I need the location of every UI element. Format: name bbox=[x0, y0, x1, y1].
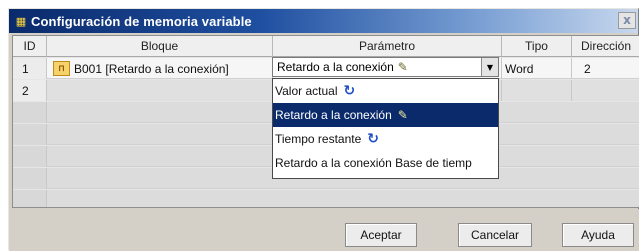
title-bar[interactable]: ▦ Configuración de memoria variable x bbox=[9, 9, 638, 33]
row-id-empty bbox=[13, 146, 47, 167]
chevron-down-icon[interactable]: ▼ bbox=[481, 58, 498, 76]
row-id-empty bbox=[13, 124, 47, 145]
edit-icon: ✎ bbox=[397, 60, 408, 74]
block-cell[interactable]: ⊓ B001 [Retardo a la conexión] bbox=[47, 58, 273, 79]
type-cell bbox=[502, 80, 572, 101]
type-cell: Word bbox=[502, 58, 572, 79]
parameter-dropdown-list: Valor actual ↻ Retardo a la conexión ✎ T… bbox=[272, 78, 499, 179]
block-label: B001 [Retardo a la conexión] bbox=[74, 61, 229, 76]
option-label: Retardo a la conexión bbox=[275, 108, 392, 122]
block-cell[interactable] bbox=[47, 80, 273, 101]
help-button[interactable]: Ayuda bbox=[562, 223, 634, 247]
parameter-combobox[interactable]: Retardo a la conexión ✎ ▼ bbox=[272, 57, 499, 77]
refresh-icon: ↻ bbox=[367, 131, 379, 147]
row-id: 2 bbox=[13, 80, 47, 101]
address-cell[interactable] bbox=[572, 80, 639, 101]
dialog-window: ▦ Configuración de memoria variable x ID… bbox=[8, 8, 639, 251]
dropdown-option-tiempo-restante[interactable]: Tiempo restante ↻ bbox=[273, 127, 498, 151]
dropdown-option-retardo[interactable]: Retardo a la conexión ✎ bbox=[273, 103, 498, 127]
row-id-empty bbox=[13, 102, 47, 123]
empty-row bbox=[13, 190, 639, 207]
timer-block-icon: ⊓ bbox=[53, 61, 70, 76]
app-icon: ▦ bbox=[15, 14, 27, 28]
edit-icon: ✎ bbox=[397, 108, 408, 122]
row-id-empty bbox=[13, 168, 47, 189]
column-header-bloque[interactable]: Bloque bbox=[47, 36, 273, 57]
row-id: 1 bbox=[13, 58, 47, 79]
dropdown-option-valor-actual[interactable]: Valor actual ↻ bbox=[273, 79, 498, 103]
cancel-button[interactable]: Cancelar bbox=[458, 223, 532, 247]
option-label: Retardo a la conexión Base de tiemp bbox=[275, 156, 472, 170]
combo-value: Retardo a la conexión bbox=[277, 60, 394, 74]
dialog-title: Configuración de memoria variable bbox=[31, 13, 252, 29]
address-cell[interactable]: 2 bbox=[572, 58, 639, 79]
dropdown-option-base-de-tiempo[interactable]: Retardo a la conexión Base de tiemp bbox=[273, 151, 498, 175]
close-button[interactable]: x bbox=[618, 12, 636, 29]
column-header-direccion[interactable]: Dirección bbox=[572, 36, 639, 57]
button-bar: Aceptar Cancelar Ayuda bbox=[9, 209, 639, 251]
option-label: Valor actual bbox=[275, 84, 338, 98]
refresh-icon: ↻ bbox=[343, 83, 356, 99]
column-header-parametro[interactable]: Parámetro bbox=[273, 36, 502, 57]
column-header-tipo[interactable]: Tipo bbox=[502, 36, 572, 57]
column-header-id[interactable]: ID bbox=[13, 36, 47, 57]
option-label: Tiempo restante bbox=[275, 132, 362, 146]
accept-button[interactable]: Aceptar bbox=[345, 223, 417, 247]
row-id-empty bbox=[13, 190, 47, 207]
